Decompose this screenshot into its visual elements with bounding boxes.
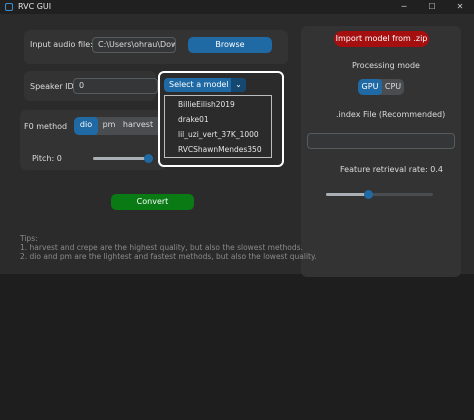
f0-option-dio[interactable]: dio: [74, 117, 98, 135]
f0-method-selector: diopmharvestc: [74, 117, 166, 135]
mode-gpu[interactable]: GPU: [358, 79, 382, 95]
input-file-label: Input audio file:: [30, 40, 93, 49]
feature-rate-slider[interactable]: [326, 190, 433, 199]
window-title: RVC GUI: [18, 2, 52, 11]
title-bar: RVC GUI ─ ☐ ✕: [0, 0, 474, 14]
model-option[interactable]: drake01: [178, 115, 209, 124]
pitch-label: Pitch: 0: [32, 154, 62, 163]
processing-mode-label: Processing mode: [352, 61, 420, 70]
mode-cpu[interactable]: CPU: [382, 79, 404, 95]
chevron-down-icon[interactable]: ⌄: [231, 78, 246, 92]
browse-button[interactable]: Browse: [188, 37, 272, 53]
convert-button[interactable]: Convert: [111, 194, 194, 210]
pitch-slider[interactable]: [93, 154, 153, 163]
maximize-button[interactable]: ☐: [418, 0, 446, 14]
pitch-slider-handle[interactable]: [143, 154, 153, 163]
model-option[interactable]: RVCShawnMendes350: [178, 145, 262, 154]
input-file-field[interactable]: C:\Users\ohrau\Downl: [92, 37, 176, 53]
pitch-slider-fill: [93, 157, 149, 160]
f0-method-label: F0 method: [24, 122, 68, 131]
tips-text: Tips: 1. harvest and crepe are the highe…: [20, 234, 317, 261]
feature-rate-slider-fill: [326, 193, 369, 196]
speaker-id-field[interactable]: 0: [73, 78, 158, 94]
speaker-id-label: Speaker ID:: [30, 82, 77, 91]
app-icon: [5, 3, 13, 11]
index-file-label: .index File (Recommended): [336, 110, 446, 119]
f0-option-pm[interactable]: pm: [98, 117, 120, 135]
tip-line-2: 2. dio and pm are the lightest and faste…: [20, 252, 317, 261]
feature-rate-label: Feature retrieval rate: 0.4: [340, 165, 443, 174]
tip-line-1: 1. harvest and crepe are the highest qua…: [20, 243, 303, 252]
model-dropdown-list: BillieEilish2019 drake01 lil_uzi_vert_37…: [164, 95, 272, 158]
model-dropdown-value: Select a model: [169, 80, 229, 89]
index-file-field[interactable]: [307, 133, 455, 149]
f0-option-harvest[interactable]: harvest: [120, 117, 156, 135]
minimize-button[interactable]: ─: [390, 0, 418, 14]
model-option[interactable]: lil_uzi_vert_37K_1000: [178, 130, 259, 139]
tips-heading: Tips:: [20, 234, 38, 243]
processing-mode-selector: GPU CPU: [358, 79, 404, 95]
model-option[interactable]: BillieEilish2019: [178, 100, 235, 109]
close-button[interactable]: ✕: [446, 0, 474, 14]
import-model-button[interactable]: Import model from .zip: [334, 31, 429, 47]
